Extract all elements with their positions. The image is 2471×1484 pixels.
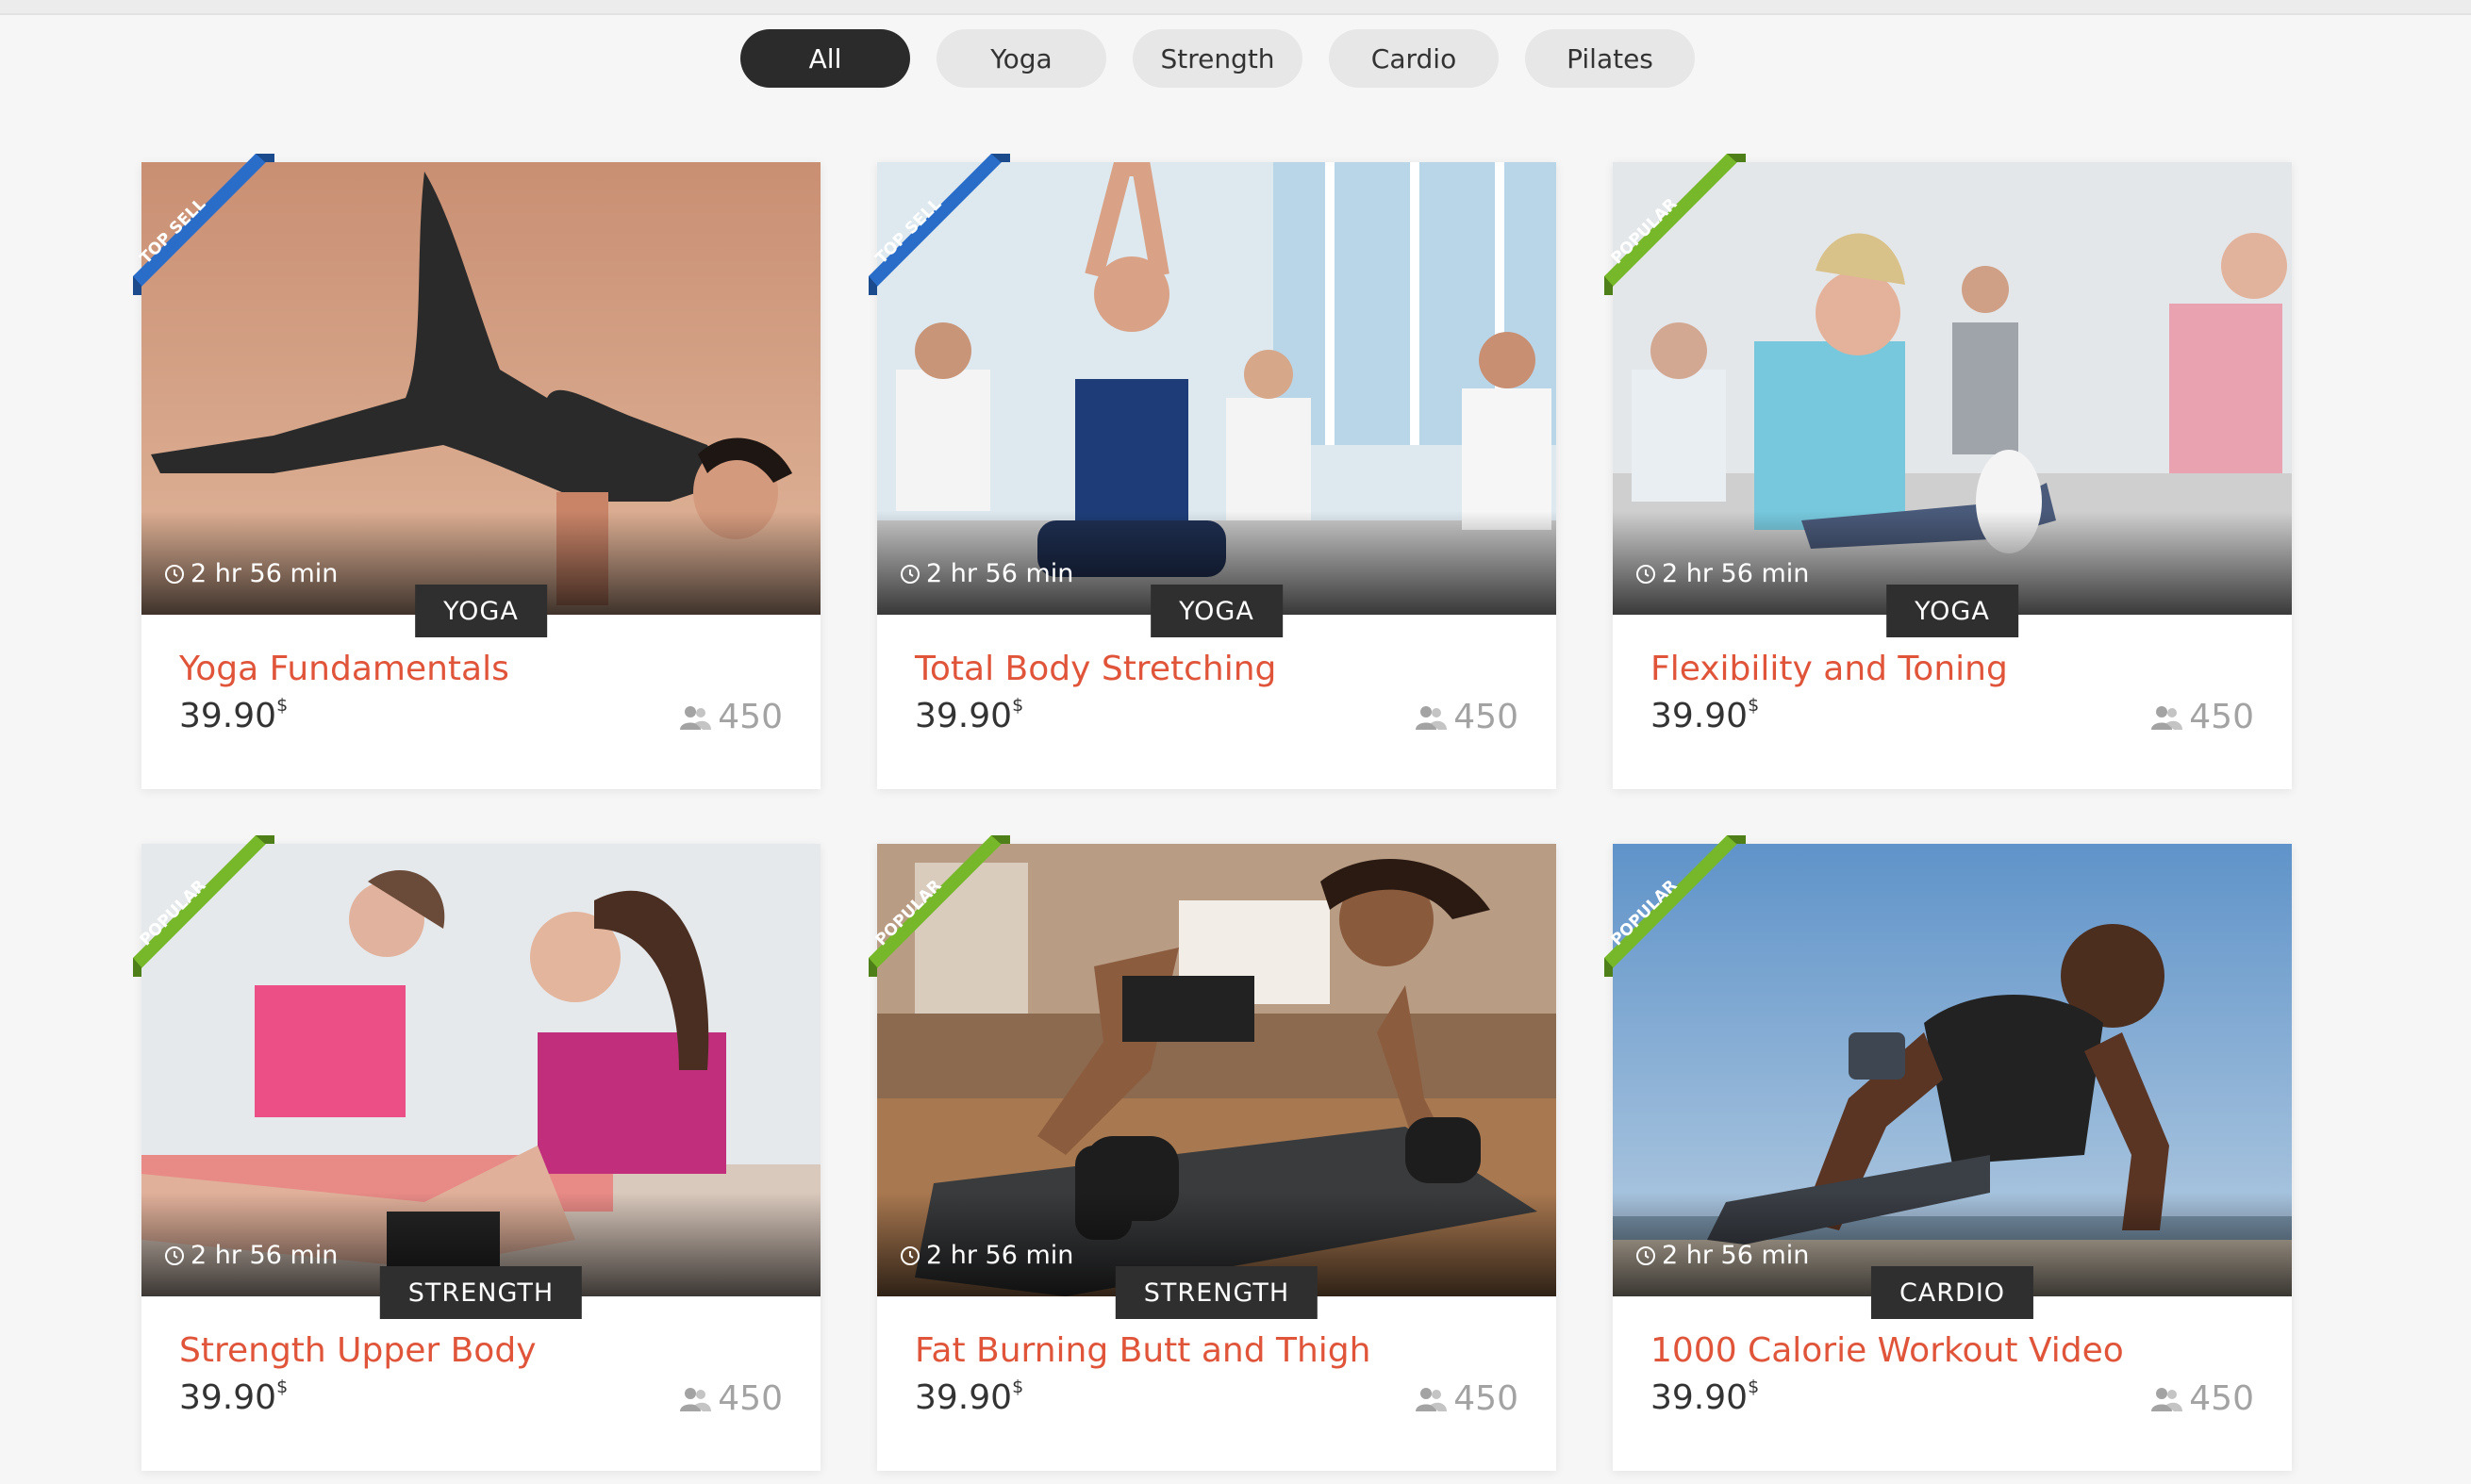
filter-strength-button[interactable]: Strength: [1133, 29, 1302, 88]
duration-text: 2 hr 56 min: [191, 559, 339, 588]
currency-symbol: $: [276, 1377, 289, 1397]
course-title[interactable]: Total Body Stretching: [915, 650, 1276, 688]
students-value: 450: [1453, 1379, 1518, 1418]
clock-icon: [1636, 564, 1655, 584]
course-title[interactable]: 1000 Calorie Workout Video: [1650, 1331, 2124, 1370]
category-badge: YOGA: [415, 585, 547, 637]
users-icon: [2151, 1387, 2183, 1411]
duration-label: 2 hr 56 min: [1635, 559, 1809, 588]
course-price: 39.90$: [915, 1377, 1024, 1417]
duration-text: 2 hr 56 min: [926, 559, 1074, 588]
course-card[interactable]: 2 hr 56 min POPULAR YOGA Flexibility and…: [1604, 154, 2292, 789]
course-title[interactable]: Flexibility and Toning: [1650, 650, 2008, 688]
course-card[interactable]: 2 hr 56 min TOP SELL YOGA Yoga Fundament…: [133, 154, 821, 789]
students-value: 450: [2189, 1379, 2254, 1418]
students-value: 450: [718, 1379, 783, 1418]
duration-label: 2 hr 56 min: [164, 559, 338, 588]
students-count: 450: [2149, 1379, 2254, 1418]
price-value: 39.90: [179, 697, 277, 735]
duration-text: 2 hr 56 min: [926, 1241, 1074, 1270]
duration-text: 2 hr 56 min: [191, 1241, 339, 1270]
price-value: 39.90: [915, 697, 1013, 735]
clock-icon: [1636, 1245, 1655, 1265]
ribbon-label: POPULAR: [871, 876, 945, 949]
clock-icon: [165, 564, 184, 584]
popular-ribbon: POPULAR: [1604, 154, 1746, 295]
duration-label: 2 hr 56 min: [1635, 1241, 1809, 1270]
ribbon-label: POPULAR: [1607, 194, 1681, 268]
course-price: 39.90$: [915, 695, 1024, 735]
students-count: 450: [2149, 698, 2254, 736]
users-icon: [2151, 705, 2183, 730]
course-title[interactable]: Strength Upper Body: [179, 1331, 537, 1370]
filter-pilates-button[interactable]: Pilates: [1525, 29, 1695, 88]
price-value: 39.90: [1650, 1378, 1749, 1417]
currency-symbol: $: [1748, 1377, 1760, 1397]
price-value: 39.90: [179, 1378, 277, 1417]
students-count: 450: [1414, 1379, 1518, 1418]
users-icon: [1416, 705, 1448, 730]
students-value: 450: [1453, 698, 1518, 736]
currency-symbol: $: [1748, 695, 1760, 716]
currency-symbol: $: [276, 695, 289, 716]
ribbon-label: POPULAR: [136, 876, 209, 949]
price-value: 39.90: [1650, 697, 1749, 735]
popular-ribbon: POPULAR: [869, 835, 1010, 977]
category-badge: YOGA: [1886, 585, 2018, 637]
filter-yoga-button[interactable]: Yoga: [937, 29, 1106, 88]
students-count: 450: [678, 1379, 783, 1418]
students-count: 450: [1414, 698, 1518, 736]
filter-all-button[interactable]: All: [740, 29, 910, 88]
users-icon: [1416, 1387, 1448, 1411]
course-title[interactable]: Yoga Fundamentals: [179, 650, 509, 688]
currency-symbol: $: [1012, 1377, 1024, 1397]
duration-text: 2 hr 56 min: [1662, 559, 1810, 588]
students-count: 450: [678, 698, 783, 736]
filter-cardio-button[interactable]: Cardio: [1329, 29, 1499, 88]
students-value: 450: [718, 698, 783, 736]
duration-text: 2 hr 56 min: [1662, 1241, 1810, 1270]
course-price: 39.90$: [1650, 1377, 1760, 1417]
students-value: 450: [2189, 698, 2254, 736]
users-icon: [680, 1387, 712, 1411]
course-title[interactable]: Fat Burning Butt and Thigh: [915, 1331, 1370, 1370]
top-sell-ribbon: TOP SELL: [869, 154, 1010, 295]
course-price: 39.90$: [179, 1377, 289, 1417]
duration-label: 2 hr 56 min: [164, 1241, 338, 1270]
category-badge: CARDIO: [1870, 1266, 2034, 1319]
ribbon-label: TOP SELL: [872, 194, 946, 268]
popular-ribbon: POPULAR: [133, 835, 274, 977]
users-icon: [680, 705, 712, 730]
clock-icon: [165, 1245, 184, 1265]
clock-icon: [901, 564, 920, 584]
currency-symbol: $: [1012, 695, 1024, 716]
top-divider: [0, 0, 2471, 15]
course-price: 39.90$: [179, 695, 289, 735]
ribbon-label: TOP SELL: [137, 194, 210, 268]
course-card[interactable]: 2 hr 56 min POPULAR STRENGTH Fat Burning…: [869, 835, 1556, 1471]
duration-label: 2 hr 56 min: [900, 559, 1073, 588]
course-price: 39.90$: [1650, 695, 1760, 735]
category-badge: STRENGTH: [379, 1266, 583, 1319]
popular-ribbon: POPULAR: [1604, 835, 1746, 977]
category-badge: YOGA: [1151, 585, 1283, 637]
ribbon-label: POPULAR: [1607, 876, 1681, 949]
category-badge: STRENGTH: [1115, 1266, 1318, 1319]
category-filter-bar: All Yoga Strength Cardio Pilates: [740, 29, 1695, 88]
course-card[interactable]: 2 hr 56 min POPULAR STRENGTH Strength Up…: [133, 835, 821, 1471]
course-card[interactable]: 2 hr 56 min TOP SELL YOGA Total Body Str…: [869, 154, 1556, 789]
clock-icon: [901, 1245, 920, 1265]
price-value: 39.90: [915, 1378, 1013, 1417]
duration-label: 2 hr 56 min: [900, 1241, 1073, 1270]
top-sell-ribbon: TOP SELL: [133, 154, 274, 295]
course-card[interactable]: 2 hr 56 min POPULAR CARDIO 1000 Calorie …: [1604, 835, 2292, 1471]
